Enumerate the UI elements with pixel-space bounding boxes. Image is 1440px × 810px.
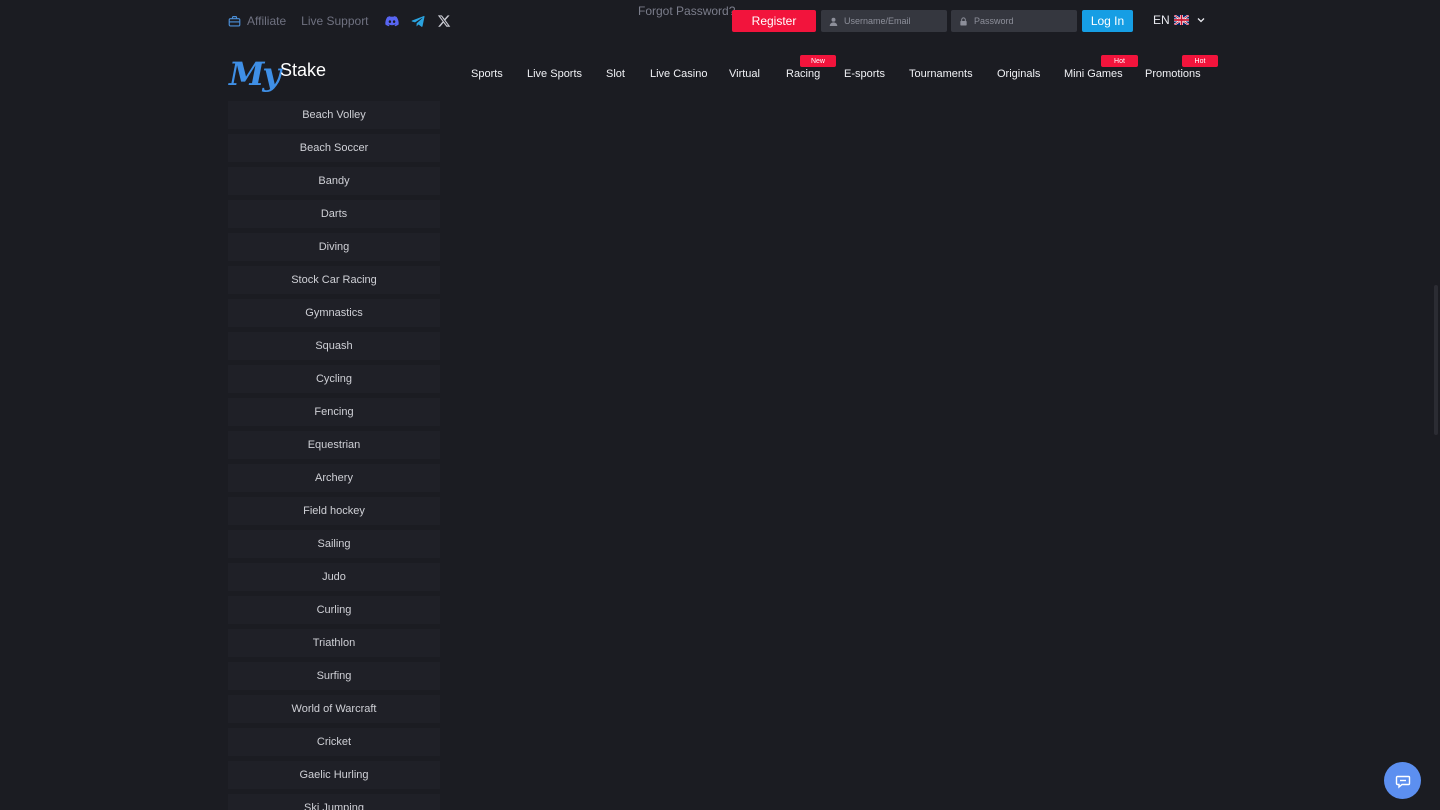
sidebar-item-darts[interactable]: Darts [228,200,440,228]
sidebar-item-surfing[interactable]: Surfing [228,662,440,690]
live-support-link[interactable]: Live Support [301,14,368,28]
sidebar-item-bandy[interactable]: Bandy [228,167,440,195]
hot-badge: Hot [1101,55,1138,67]
sidebar-item-judo[interactable]: Judo [228,563,440,591]
sidebar-item-diving[interactable]: Diving [228,233,440,261]
nav-mini-games[interactable]: Mini Games [1064,68,1123,80]
page: Affiliate Live Support Forgot Password? … [0,0,1440,810]
password-field[interactable] [951,10,1077,32]
password-input[interactable] [974,16,1074,26]
language-label: EN [1153,13,1170,27]
uk-flag-icon [1173,15,1189,25]
sidebar-item-field-hockey[interactable]: Field hockey [228,497,440,525]
nav-sports[interactable]: Sports [471,68,503,80]
social-links [384,14,451,28]
username-field[interactable] [821,10,947,32]
new-badge: New [800,55,836,67]
nav-originals[interactable]: Originals [997,68,1040,80]
affiliate-link[interactable]: Affiliate [228,14,286,28]
sidebar-item-cycling[interactable]: Cycling [228,365,440,393]
sports-sidebar: Beach Volley Beach Soccer Bandy Darts Di… [228,101,440,810]
page-scrollbar[interactable] [1434,285,1438,435]
main-nav: Sports Live Sports Slot Live Casino Virt… [0,68,1440,88]
nav-virtual[interactable]: Virtual [729,68,760,80]
x-icon[interactable] [437,14,451,28]
lock-icon [960,16,967,26]
sidebar-item-archery[interactable]: Archery [228,464,440,492]
sidebar-item-sailing[interactable]: Sailing [228,530,440,558]
sidebar-item-equestrian[interactable]: Equestrian [228,431,440,459]
telegram-icon[interactable] [411,14,425,28]
nav-live-casino[interactable]: Live Casino [650,68,707,80]
language-selector[interactable]: EN [1153,13,1206,27]
chat-icon [1395,775,1410,788]
top-utility-bar: Affiliate Live Support Forgot Password? … [0,0,1440,42]
chevron-down-icon [1197,18,1205,23]
register-button[interactable]: Register [732,10,816,32]
sidebar-item-curling[interactable]: Curling [228,596,440,624]
login-button[interactable]: Log In [1082,10,1133,32]
sidebar-item-beach-soccer[interactable]: Beach Soccer [228,134,440,162]
sidebar-item-squash[interactable]: Squash [228,332,440,360]
nav-e-sports[interactable]: E-sports [844,68,885,80]
user-icon [829,17,838,26]
username-input[interactable] [844,16,944,26]
nav-racing[interactable]: Racing [786,68,820,80]
sidebar-item-ski-jumping[interactable]: Ski Jumping [228,794,440,810]
forgot-password-link[interactable]: Forgot Password? [638,4,735,18]
nav-tournaments[interactable]: Tournaments [909,68,973,80]
sidebar-item-world-of-warcraft[interactable]: World of Warcraft [228,695,440,723]
sidebar-item-gaelic-hurling[interactable]: Gaelic Hurling [228,761,440,789]
nav-slot[interactable]: Slot [606,68,625,80]
sidebar-item-triathlon[interactable]: Triathlon [228,629,440,657]
sidebar-item-stock-car-racing[interactable]: Stock Car Racing [228,266,440,294]
sidebar-item-beach-volley[interactable]: Beach Volley [228,101,440,129]
nav-live-sports[interactable]: Live Sports [527,68,582,80]
affiliate-label: Affiliate [247,14,287,28]
chat-button[interactable] [1384,762,1421,799]
sidebar-item-fencing[interactable]: Fencing [228,398,440,426]
hot-badge: Hot [1182,55,1218,67]
discord-icon[interactable] [384,14,399,28]
briefcase-icon [228,15,241,27]
utility-left: Affiliate Live Support [228,11,451,31]
nav-promotions[interactable]: Promotions [1145,68,1201,80]
sidebar-item-gymnastics[interactable]: Gymnastics [228,299,440,327]
sidebar-item-cricket[interactable]: Cricket [228,728,440,756]
